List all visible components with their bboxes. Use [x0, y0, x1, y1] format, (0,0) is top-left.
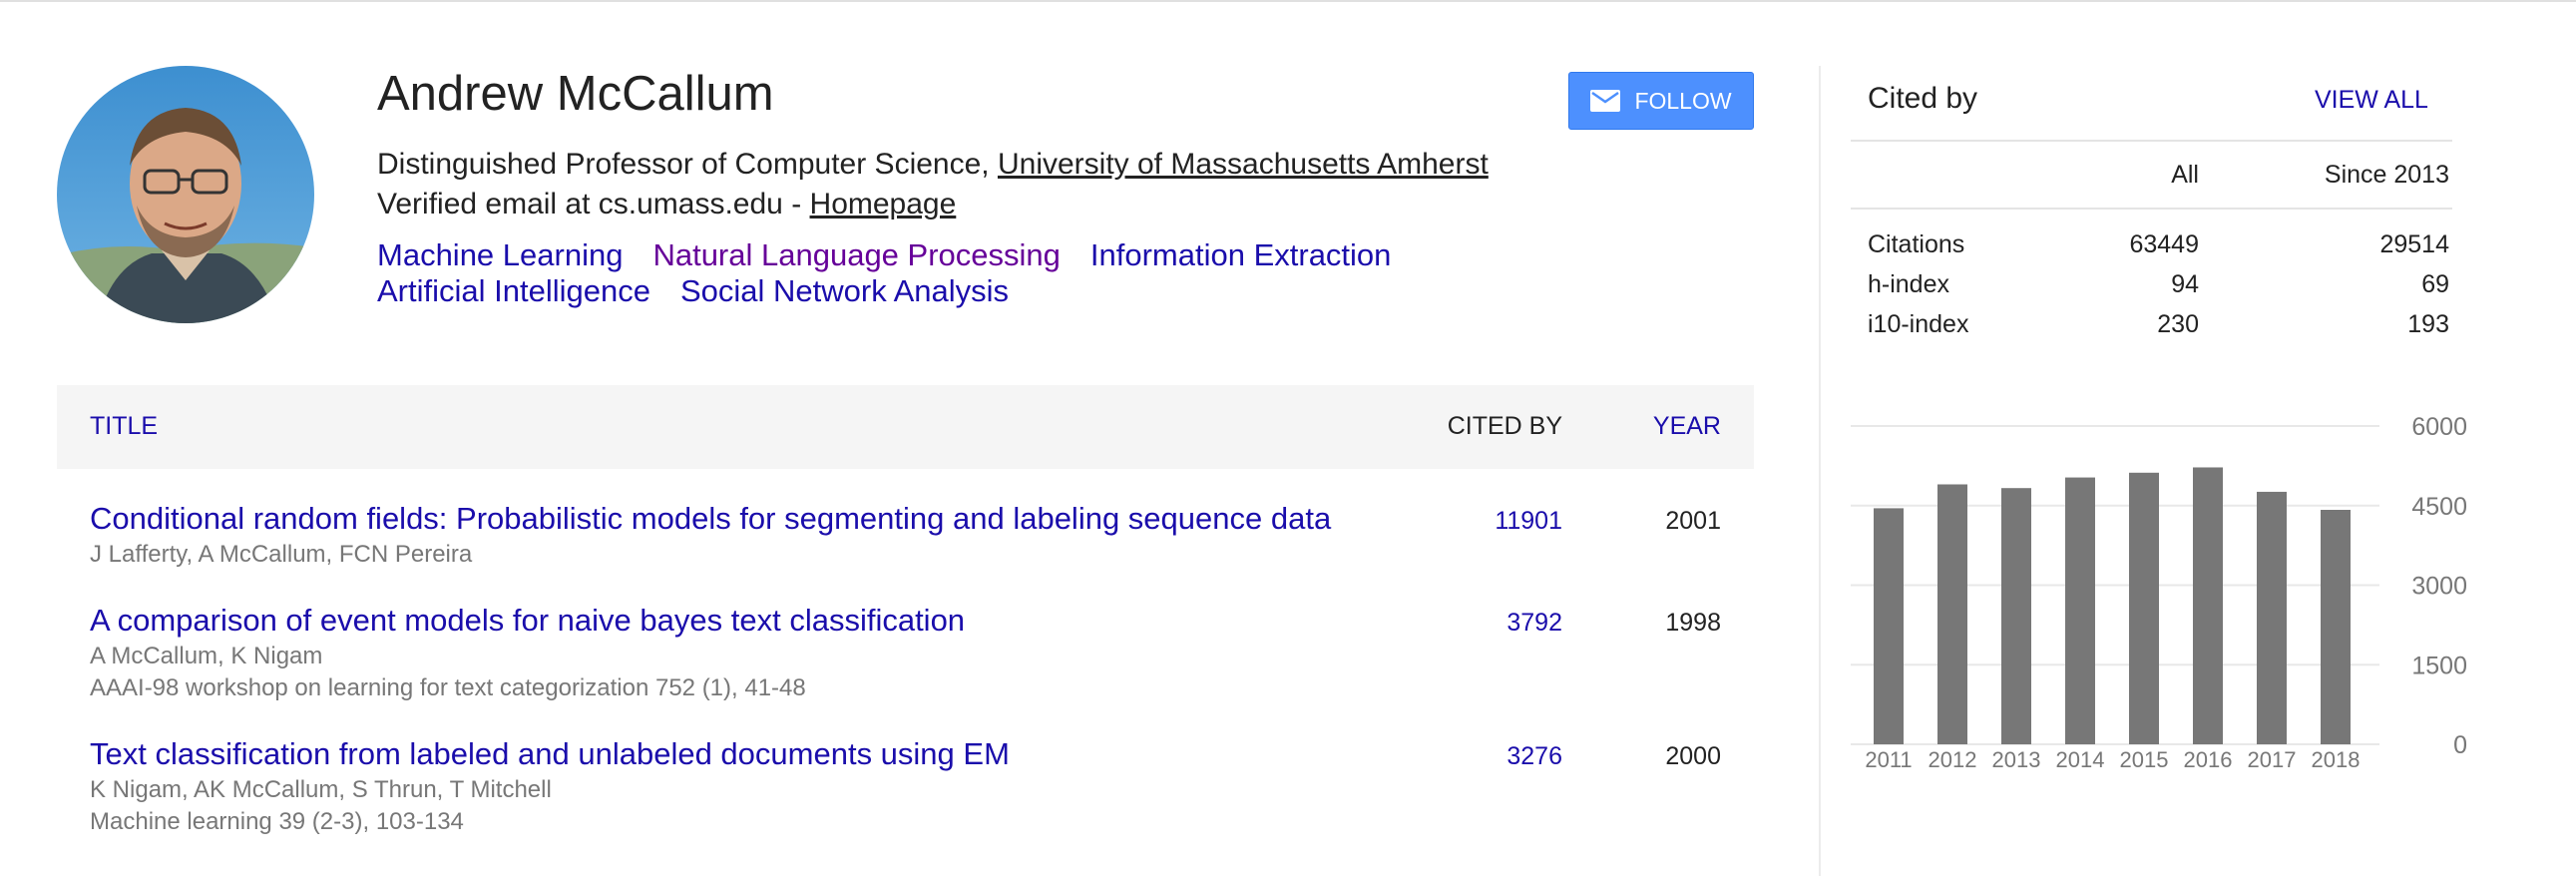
- email-text: Verified email at cs.umass.edu -: [377, 188, 810, 220]
- chart-y-tick-label: 3000: [2411, 573, 2467, 601]
- article-authors: K Nigam, AK McCallum, S Thrun, T Mitchel…: [90, 776, 552, 803]
- chart-bar: [1937, 484, 1967, 744]
- article-cited-by[interactable]: 11901: [1495, 507, 1562, 536]
- follow-button[interactable]: FOLLOW: [1568, 72, 1754, 130]
- stat-label-citations: Citations: [1868, 230, 1965, 258]
- article-title[interactable]: Text classification from labeled and unl…: [90, 736, 1010, 772]
- stats-col-all: All: [2171, 161, 2199, 189]
- stat-h-index-all: 94: [2171, 270, 2199, 298]
- article-venue: Machine learning 39 (2-3), 103-134: [90, 808, 464, 835]
- chart-bar: [2001, 488, 2031, 744]
- chart-y-tick-label: 4500: [2411, 493, 2467, 521]
- chart-bar: [2065, 477, 2095, 744]
- interest-artificial-intelligence[interactable]: Artificial Intelligence: [377, 273, 650, 309]
- homepage-link[interactable]: Homepage: [810, 188, 957, 220]
- follow-label: FOLLOW: [1634, 87, 1732, 114]
- cited-by-column-header: CITED BY: [1447, 412, 1562, 440]
- chart-x-tick-label: 2015: [2120, 747, 2169, 772]
- profile-photo: [57, 66, 314, 323]
- table-row: A comparison of event models for naive b…: [57, 603, 1754, 702]
- stat-label-h-index: h-index: [1868, 270, 1949, 298]
- avatar: [57, 66, 314, 323]
- chart-bar: [2193, 467, 2223, 744]
- table-row: Conditional random fields: Probabilistic…: [57, 501, 1754, 571]
- affiliation: Distinguished Professor of Computer Scie…: [377, 148, 1489, 182]
- stat-i10-index-since: 193: [2407, 310, 2449, 338]
- article-title[interactable]: A comparison of event models for naive b…: [90, 603, 965, 639]
- divider: [1851, 208, 2452, 210]
- stat-i10-index-all: 230: [2157, 310, 2199, 338]
- stat-citations-all: 63449: [2129, 230, 2199, 258]
- chart-bar: [2257, 491, 2287, 744]
- article-year: 2001: [1665, 507, 1721, 535]
- interest-social-network-analysis[interactable]: Social Network Analysis: [680, 273, 1009, 309]
- article-year: 1998: [1665, 609, 1721, 637]
- interest-information-extraction[interactable]: Information Extraction: [1090, 237, 1392, 273]
- chart-x-tick-label: 2013: [1992, 747, 2041, 772]
- research-interests: Machine Learning Natural Language Process…: [377, 237, 1714, 309]
- envelope-icon: [1590, 90, 1621, 112]
- affiliation-text: Distinguished Professor of Computer Scie…: [377, 148, 998, 181]
- article-authors: A McCallum, K Nigam: [90, 643, 323, 669]
- sort-by-title[interactable]: TITLE: [90, 412, 158, 441]
- chart-bar: [1874, 508, 1904, 744]
- top-border: [0, 0, 2576, 2]
- profile-name: Andrew McCallum: [377, 67, 774, 121]
- column-divider: [1819, 66, 1821, 876]
- cited-by-title: Cited by: [1868, 82, 1978, 115]
- view-all-link[interactable]: VIEW ALL: [2315, 86, 2428, 115]
- sort-by-year[interactable]: YEAR: [1653, 412, 1721, 441]
- divider: [1851, 140, 2452, 142]
- interest-machine-learning[interactable]: Machine Learning: [377, 237, 623, 273]
- article-cited-by[interactable]: 3276: [1506, 742, 1562, 771]
- chart-x-tick-label: 2018: [2312, 747, 2361, 772]
- chart-x-tick-label: 2011: [1865, 747, 1912, 772]
- stat-label-i10-index: i10-index: [1868, 310, 1969, 338]
- verified-email: Verified email at cs.umass.edu - Homepag…: [377, 188, 956, 221]
- interest-natural-language-processing[interactable]: Natural Language Processing: [652, 237, 1060, 273]
- chart-x-tick-label: 2017: [2248, 747, 2297, 772]
- chart-x-tick-label: 2016: [2184, 747, 2233, 772]
- citations-per-year-chart: 0 1500 3000 4500 6000 2011 2012 2013 2014 2015 201…: [1851, 413, 2467, 772]
- stat-h-index-since: 69: [2421, 270, 2449, 298]
- chart-bar: [2321, 510, 2351, 744]
- stats-col-since: Since 2013: [2324, 161, 2449, 189]
- stat-citations-since: 29514: [2379, 230, 2449, 258]
- chart-x-tick-label: 2014: [2056, 747, 2105, 772]
- articles-table-header: TITLE CITED BY YEAR: [57, 385, 1754, 469]
- affiliation-link[interactable]: University of Massachusetts Amherst: [998, 148, 1489, 181]
- chart-x-tick-label: 2012: [1929, 747, 1977, 772]
- chart-bar: [2129, 472, 2159, 744]
- article-year: 2000: [1665, 742, 1721, 770]
- article-venue: AAAI-98 workshop on learning for text ca…: [90, 674, 806, 701]
- chart-y-tick-label: 6000: [2411, 413, 2467, 441]
- chart-y-tick-label: 0: [2453, 731, 2467, 759]
- article-authors: J Lafferty, A McCallum, FCN Pereira: [90, 541, 473, 568]
- chart-y-tick-label: 1500: [2411, 652, 2467, 679]
- article-title[interactable]: Conditional random fields: Probabilistic…: [90, 501, 1331, 537]
- article-cited-by[interactable]: 3792: [1506, 609, 1562, 638]
- table-row: Text classification from labeled and unl…: [57, 736, 1754, 836]
